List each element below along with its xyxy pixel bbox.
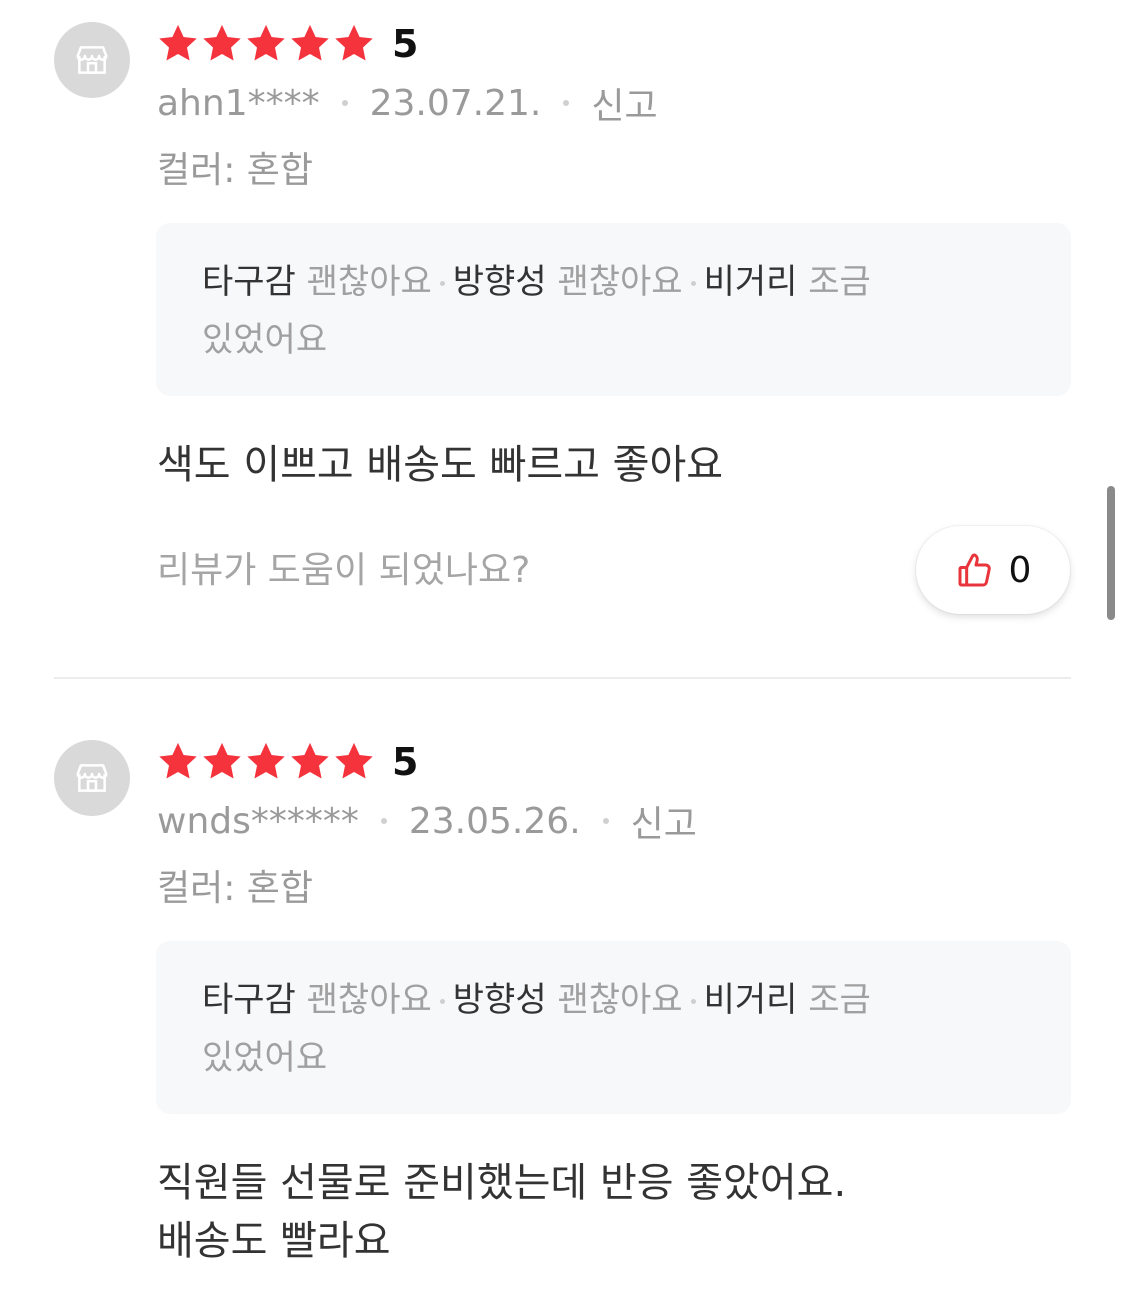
star-rating <box>156 22 376 66</box>
separator-dot <box>380 818 387 824</box>
star-icon <box>244 22 288 66</box>
review-divider <box>54 677 1071 679</box>
separator-dot <box>439 281 445 286</box>
review-date: 23.07.21. <box>369 82 542 124</box>
report-link[interactable]: 신고 <box>631 795 697 847</box>
avatar <box>54 22 130 98</box>
thumbs-up-icon <box>958 553 991 587</box>
star-icon <box>200 740 244 784</box>
star-icon <box>288 740 332 784</box>
rating-score: 5 <box>392 740 419 784</box>
survey-key: 방향성 <box>452 262 547 302</box>
survey-value: 괜찮아요 <box>306 262 432 302</box>
review-meta: ahn1**** 23.07.21. 신고 <box>157 77 658 129</box>
separator-dot <box>439 999 445 1004</box>
store-icon <box>73 41 111 79</box>
survey-value: 있었어요 <box>202 1038 328 1078</box>
star-icon <box>332 22 376 66</box>
star-icon <box>156 22 200 66</box>
reviewer-id: ahn1**** <box>157 82 320 124</box>
star-icon <box>244 740 288 784</box>
rating-row: 5 <box>156 22 418 66</box>
separator-dot <box>563 100 570 106</box>
survey-value: 있었어요 <box>202 320 328 360</box>
review-text: 직원들 선물로 준비했는데 반응 좋았어요. 배송도 빨라요 <box>157 1160 847 1264</box>
survey-key: 비거리 <box>703 980 798 1020</box>
helpful-prompt: 리뷰가 도움이 되었나요? <box>157 550 531 591</box>
like-count: 0 <box>1008 549 1032 591</box>
separator-dot <box>602 818 609 824</box>
survey-key: 타구감 <box>202 980 296 1020</box>
store-icon <box>73 759 111 797</box>
star-icon <box>156 740 200 784</box>
purchase-option: 컬러: 혼합 <box>157 150 314 191</box>
survey-value: 괜찮아요 <box>557 262 683 302</box>
survey-key: 비거리 <box>703 262 798 302</box>
survey-value: 조금 <box>808 262 871 302</box>
survey-box: 타구감 괜찮아요 방향성 괜찮아요 비거리 조금 있었어요 <box>156 223 1071 396</box>
review-text: 색도 이쁘고 배송도 빠르고 좋아요 <box>157 442 724 488</box>
survey-value: 조금 <box>808 980 871 1020</box>
star-icon <box>332 740 376 784</box>
like-button[interactable]: 0 <box>916 526 1070 614</box>
separator-dot <box>690 281 696 286</box>
rating-score: 5 <box>392 22 419 66</box>
reviewer-id: wnds****** <box>157 800 359 842</box>
rating-row: 5 <box>156 740 418 784</box>
purchase-option: 컬러: 혼합 <box>157 868 314 909</box>
separator-dot <box>690 999 696 1004</box>
report-link[interactable]: 신고 <box>591 77 657 129</box>
scrollbar[interactable] <box>1107 486 1115 620</box>
survey-key: 타구감 <box>202 262 296 302</box>
survey-value: 괜찮아요 <box>306 980 432 1020</box>
separator-dot <box>341 100 348 106</box>
survey-key: 방향성 <box>452 980 547 1020</box>
star-rating <box>156 740 376 784</box>
star-icon <box>288 22 332 66</box>
avatar <box>54 740 130 816</box>
review-date: 23.05.26. <box>408 800 581 842</box>
survey-box: 타구감 괜찮아요 방향성 괜찮아요 비거리 조금 있었어요 <box>156 941 1071 1114</box>
survey-value: 괜찮아요 <box>557 980 683 1020</box>
star-icon <box>200 22 244 66</box>
review-meta: wnds****** 23.05.26. 신고 <box>157 795 697 847</box>
